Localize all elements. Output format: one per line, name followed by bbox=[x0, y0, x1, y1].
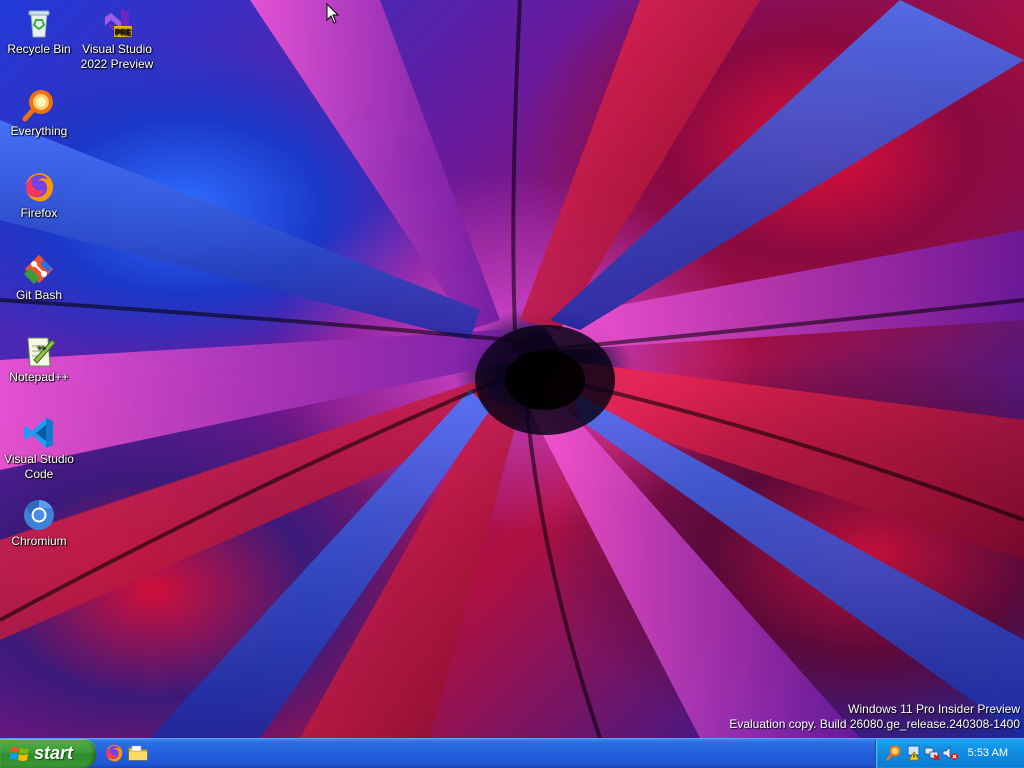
desktop-icon-label: Chromium bbox=[11, 534, 67, 548]
desktop-icon-label: Firefox bbox=[20, 206, 58, 220]
mouse-pointer-icon bbox=[326, 3, 340, 24]
volume-muted-icon[interactable] bbox=[942, 745, 958, 761]
desktop-icon-everything[interactable]: Everything bbox=[1, 88, 77, 139]
firefox-icon bbox=[22, 170, 56, 204]
desktop-icon-recycle-bin[interactable]: Recycle Bin bbox=[1, 6, 77, 57]
desktop-icon-chromium[interactable]: Chromium bbox=[1, 498, 77, 549]
windows-build-watermark: Windows 11 Pro Insider Preview Evaluatio… bbox=[729, 702, 1020, 732]
quick-launch-file-explorer[interactable] bbox=[128, 743, 150, 765]
network-disconnected-icon[interactable] bbox=[924, 745, 940, 761]
start-label: start bbox=[34, 743, 74, 763]
desktop-icon-label: Everything bbox=[10, 124, 68, 138]
everything-search-icon bbox=[22, 88, 56, 122]
desktop-icon-notepad-plus-plus[interactable]: ++ Notepad++ bbox=[1, 334, 77, 385]
system-tray: 5:53 AM bbox=[875, 739, 1024, 768]
desktop-icon-visual-studio-preview[interactable]: PRE Visual Studio 2022 Preview bbox=[79, 6, 155, 72]
start-button[interactable]: start bbox=[0, 739, 96, 768]
watermark-edition: Windows 11 Pro Insider Preview bbox=[848, 702, 1020, 716]
search-icon[interactable] bbox=[886, 745, 902, 761]
watermark-build: Evaluation copy. Build 26080.ge_release.… bbox=[729, 717, 1020, 731]
notepad-plus-plus-icon: ++ bbox=[22, 334, 56, 368]
git-bash-icon bbox=[22, 252, 56, 286]
desktop-icon-label: Recycle Bin bbox=[7, 42, 71, 56]
desktop-icon-label: Visual Studio 2022 Preview bbox=[80, 42, 154, 71]
desktop-icon-firefox[interactable]: Firefox bbox=[1, 170, 77, 221]
folder-icon bbox=[128, 745, 148, 761]
desktop-icon-label: Git Bash bbox=[15, 288, 63, 302]
firefox-icon bbox=[105, 744, 123, 762]
warning-icon[interactable] bbox=[906, 745, 922, 761]
svg-text:PRE: PRE bbox=[115, 28, 132, 37]
taskbar: start 5:53 AM bbox=[0, 738, 1024, 768]
wallpaper bbox=[0, 0, 1024, 738]
desktop-icon-label: Visual Studio Code bbox=[4, 452, 74, 481]
vscode-icon bbox=[22, 416, 56, 450]
recycle-bin-icon bbox=[22, 6, 56, 40]
desktop[interactable]: Recycle Bin PRE Visual Studio 2022 Previ… bbox=[0, 0, 1024, 738]
windows-logo-icon bbox=[10, 747, 29, 761]
desktop-icon-label: Notepad++ bbox=[9, 370, 69, 384]
chromium-icon bbox=[22, 498, 56, 532]
visual-studio-preview-icon: PRE bbox=[100, 6, 134, 40]
svg-text:++: ++ bbox=[37, 345, 45, 352]
desktop-icon-git-bash[interactable]: Git Bash bbox=[1, 252, 77, 303]
quick-launch-firefox[interactable] bbox=[104, 743, 126, 765]
desktop-icon-vscode[interactable]: Visual Studio Code bbox=[1, 416, 77, 482]
clock[interactable]: 5:53 AM bbox=[968, 739, 1008, 768]
